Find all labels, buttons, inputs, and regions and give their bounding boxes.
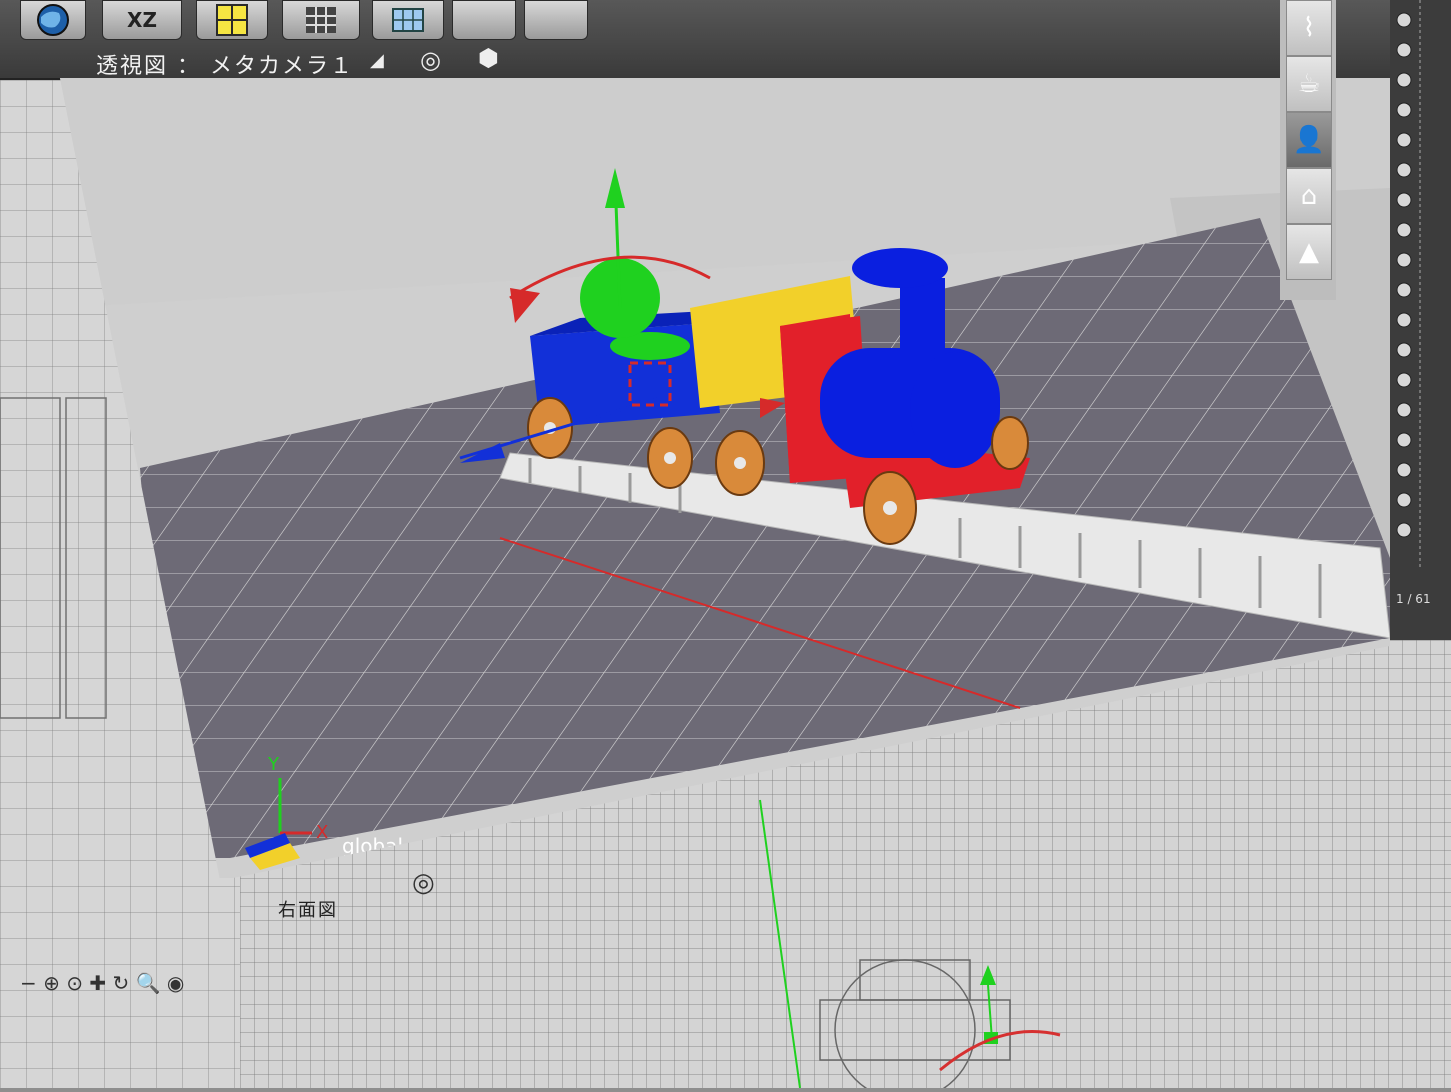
left-panel-controls-bottom: − ⊕ ⊙ ✚ ↻ 🔍 ◉ — [20, 970, 184, 995]
axis-x-label: X — [316, 822, 329, 843]
grid-icon[interactable] — [282, 0, 360, 40]
paperclip-icon[interactable]: ⌇ — [1286, 0, 1332, 56]
main-toolbar: XZ 透視図 ： メタカメラ１ ◢ ◎ ⬢ ◢ ◉ — [0, 0, 1451, 107]
globe-icon[interactable] — [20, 0, 86, 40]
cube-icon[interactable]: ⬢ — [478, 44, 499, 72]
xz-plane-button[interactable]: XZ — [102, 0, 182, 40]
side-target-icon[interactable]: ◎ — [412, 868, 435, 898]
target-icon[interactable]: ◎ — [420, 46, 441, 74]
side-view-label[interactable]: 右面図 — [278, 896, 338, 922]
perspective-view-label[interactable]: 透視図 ： メタカメラ１ — [96, 48, 354, 80]
object-browser-rows — [1396, 0, 1421, 570]
mountain-icon[interactable]: ▲ — [1286, 224, 1332, 280]
dropdown-arrow-icon[interactable]: ◢ — [370, 50, 384, 71]
object-browser[interactable]: 1 / 61 — [1390, 0, 1451, 640]
axis-y-label: Y — [268, 754, 279, 775]
quad-view-icon[interactable] — [196, 0, 268, 40]
page-counter: 1 / 61 — [1396, 592, 1431, 606]
house-icon[interactable]: ⌂ — [1286, 168, 1332, 224]
grid-blue-icon[interactable] — [372, 0, 444, 40]
cup-icon[interactable]: ☕ — [1286, 56, 1332, 112]
person-icon[interactable]: 👤 — [1286, 112, 1332, 168]
toolbar-button-6[interactable] — [452, 0, 516, 40]
right-icon-column: ⌇ ☕ 👤 ⌂ ▲ — [1280, 0, 1336, 300]
toolbar-button-7[interactable] — [524, 0, 588, 40]
